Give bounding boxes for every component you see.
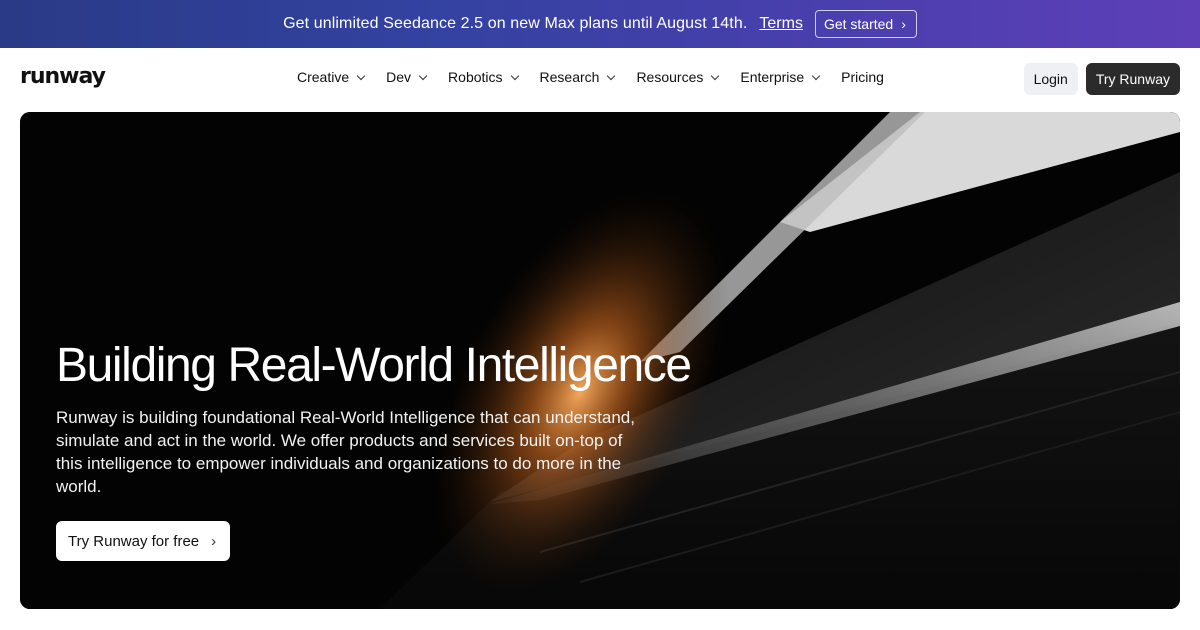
chevron-down-icon [811,71,821,80]
try-runway-free-button[interactable]: Try Runway for free › [56,521,231,561]
chevron-right-icon: › [211,532,217,550]
nav-item-label: Robotics [448,69,503,85]
nav-item-pricing[interactable]: Pricing [841,69,884,85]
nav-item-label: Creative [297,69,350,85]
nav-item-robotics[interactable]: Robotics [448,69,519,85]
nav-item-research[interactable]: Research [539,69,616,85]
try-runway-button[interactable]: Try Runway [1085,63,1180,95]
nav-item-label: Research [539,69,600,85]
hero-description: Runway is building foundational Real-Wor… [56,408,635,496]
chevron-down-icon [711,71,720,80]
get-started-label: Get started [823,16,894,32]
terms-link[interactable]: Terms [759,15,803,33]
login-button[interactable]: Login [1023,63,1078,95]
chevron-down-icon [607,71,616,80]
chevron-down-icon [510,71,519,80]
banner-message: Get unlimited Seedance 2.5 on new Max pl… [283,15,748,32]
chevron-down-icon [356,71,366,80]
nav-item-dev[interactable]: Dev [386,69,428,85]
nav-item-enterprise[interactable]: Enterprise [740,69,821,85]
announcement-banner: Get unlimited Seedance 2.5 on new Max pl… [0,0,1200,48]
nav-item-label: Dev [386,69,412,85]
nav-item-label: Resources [636,69,704,85]
chevron-down-icon [418,71,428,80]
nav-item-resources[interactable]: Resources [636,69,720,85]
hero-cta-label: Try Runway for free [68,532,200,550]
nav-item-creative[interactable]: Creative [297,69,366,85]
hero-section: Building Real-World Intelligence Runway … [20,112,1180,609]
nav-menu: Creative Dev Robotics Research Resources… [297,69,906,85]
runway-logo[interactable]: runway [20,64,106,89]
nav-item-label: Enterprise [740,69,805,85]
nav-actions: Login Try Runway [1023,63,1180,95]
nav-item-label: Pricing [841,69,884,85]
hero-title: Building Real-World Intelligence [56,339,692,392]
main-nav: runway Creative Dev Robotics Research Re… [0,48,1200,112]
get-started-button[interactable]: Get started › [814,10,917,38]
chevron-right-icon: › [901,16,906,32]
